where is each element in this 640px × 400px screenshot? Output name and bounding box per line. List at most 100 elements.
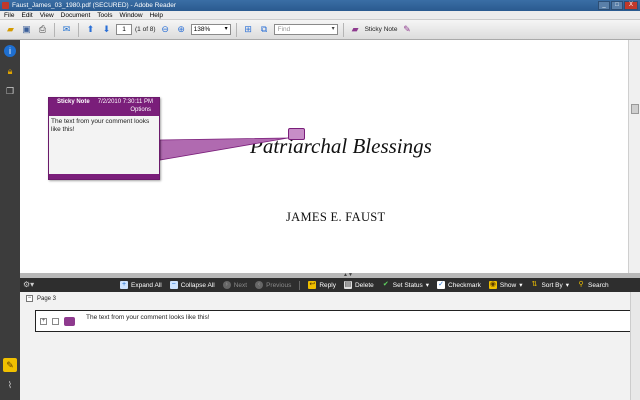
full-screen-icon[interactable]: ⧉ [258,23,271,36]
comment-bubble-icon [64,317,75,326]
reply-icon: ↩ [308,281,317,289]
collapse-all-icon: − [169,281,178,289]
expand-all-icon: + [120,281,128,289]
menu-tools[interactable]: Tools [97,12,112,19]
comments-scrollbar[interactable] [630,292,640,400]
chevron-down-icon: ▾ [519,282,523,289]
menu-help[interactable]: Help [150,12,163,19]
sticky-note-button[interactable]: ▰ Sticky Note [349,23,398,36]
fit-page-icon[interactable]: ⊞ [242,23,255,36]
menu-file[interactable]: File [4,12,14,19]
page-group-label: Page 3 [37,295,57,302]
comments-toolbar: ⚙▾ + Expand All − Collapse All › Next ‹ … [20,278,640,292]
note-popup-title: Sticky Note [57,99,90,105]
window-titlebar: Faust_James_03_1980.pdf (SECURED) - Adob… [0,0,640,11]
search-button[interactable]: ⚲ Search [577,281,609,289]
delete-icon: ▤ [343,281,352,289]
note-popup-footer [49,174,159,179]
note-popup-date: 7/2/2010 7:30:11 PM [97,99,153,105]
note-popup-text[interactable]: The text from your comment looks like th… [49,116,159,135]
maximize-button[interactable]: □ [611,1,623,10]
menu-bar: File Edit View Document Tools Window Hel… [0,11,640,20]
document-view[interactable]: Patriarchal Blessings JAMES E. FAUST Sti… [20,40,628,273]
email-icon[interactable]: ✉ [60,23,73,36]
comments-actions: + Expand All − Collapse All › Next ‹ Pre… [120,278,609,292]
sort-by-button[interactable]: ⇅ Sort By ▾ [530,281,570,289]
sticky-note-icon[interactable] [288,128,305,140]
previous-icon: ‹ [255,281,264,289]
prev-page-icon[interactable]: ⬆ [84,23,97,36]
note-popup-header: Sticky Note 7/2/2010 7:30:11 PM Options [49,98,159,116]
search-label: Search [588,281,609,289]
collapse-page-icon[interactable]: − [26,295,33,302]
toolbar-divider [54,22,55,37]
sticky-note-label: Sticky Note [364,26,398,33]
chevron-down-icon: ▾ [565,282,570,289]
show-label: Show [499,281,517,289]
info-icon[interactable]: i [4,45,16,57]
expand-comment-icon[interactable]: + [40,318,47,325]
next-button[interactable]: › Next [222,281,248,289]
next-label: Next [233,281,248,289]
menu-edit[interactable]: Edit [21,12,32,19]
checkmark-button[interactable]: ✓ Checkmark [437,281,481,289]
highlight-icon[interactable]: ✎ [400,23,413,36]
page-count: (1 of 8) [135,26,156,33]
save-icon[interactable]: ▣ [20,23,33,36]
sticky-note-popup[interactable]: Sticky Note 7/2/2010 7:30:11 PM Options … [48,97,160,180]
show-icon: ◉ [488,281,497,289]
scrollbar-thumb[interactable] [631,104,639,114]
comment-text: The text from your comment looks like th… [86,314,210,321]
previous-button[interactable]: ‹ Previous [255,281,291,289]
left-nav-pane: i 🔒︎ ❐ [0,40,20,400]
window-title: Faust_James_03_1980.pdf (SECURED) - Adob… [12,2,177,9]
page-group-header[interactable]: − Page 3 [26,295,56,302]
comments-icon[interactable]: ✎ [3,358,17,372]
checkmark-label: Checkmark [448,281,481,289]
lock-icon[interactable]: 🔒︎ [4,65,16,77]
delete-label: Delete [354,281,374,289]
collapse-all-button[interactable]: − Collapse All [169,281,215,289]
document-scrollbar[interactable] [628,40,640,273]
comments-list[interactable]: − Page 3 + The text from your comment lo… [20,292,640,400]
close-button[interactable]: X [624,1,638,10]
checkbox-icon: ✓ [437,281,446,289]
menu-window[interactable]: Window [119,12,142,19]
toolbar-divider [342,22,344,37]
set-status-label: Set Status [392,281,423,289]
sort-by-label: Sort By [541,281,563,289]
set-status-button[interactable]: ✔ Set Status ▾ [382,281,429,289]
comment-checkbox[interactable] [52,318,59,325]
minimize-button[interactable]: _ [598,1,610,10]
adobe-reader-icon [2,2,9,9]
toolbar-divider [299,280,301,290]
reply-button[interactable]: ↩ Reply [308,281,336,289]
previous-label: Previous [266,281,292,289]
pages-icon[interactable]: ❐ [4,85,16,97]
attachment-icon[interactable]: ⌇ [3,378,17,392]
note-options-button[interactable]: Options [130,107,151,113]
show-button[interactable]: ◉ Show ▾ [488,281,523,289]
print-icon[interactable]: ⎙ [36,23,49,36]
set-status-icon: ✔ [382,281,389,288]
menu-document[interactable]: Document [61,12,91,19]
zoom-in-icon[interactable]: ⊕ [175,23,188,36]
comment-item[interactable]: + The text from your comment looks like … [35,310,635,332]
expand-all-button[interactable]: + Expand All [120,281,162,289]
next-page-icon[interactable]: ⬇ [100,23,113,36]
toolbar-divider [235,22,237,37]
page-number-input[interactable]: 1 [116,24,132,35]
delete-button[interactable]: ▤ Delete [343,281,374,289]
expand-all-label: Expand All [131,281,162,289]
toolbar-divider [78,22,79,37]
window-controls: _ □ X [598,1,638,10]
sticky-note-icon: ▰ [351,24,359,34]
zoom-select[interactable]: 138% [190,24,231,35]
zoom-out-icon[interactable]: ⊖ [159,23,172,36]
chevron-down-icon: ▾ [425,282,430,289]
menu-view[interactable]: View [40,12,54,19]
open-icon[interactable]: ▰ [4,23,17,36]
search-icon: ⚲ [578,281,584,288]
find-input[interactable]: Find [273,24,338,35]
comments-options-icon[interactable]: ⚙▾ [23,280,39,290]
